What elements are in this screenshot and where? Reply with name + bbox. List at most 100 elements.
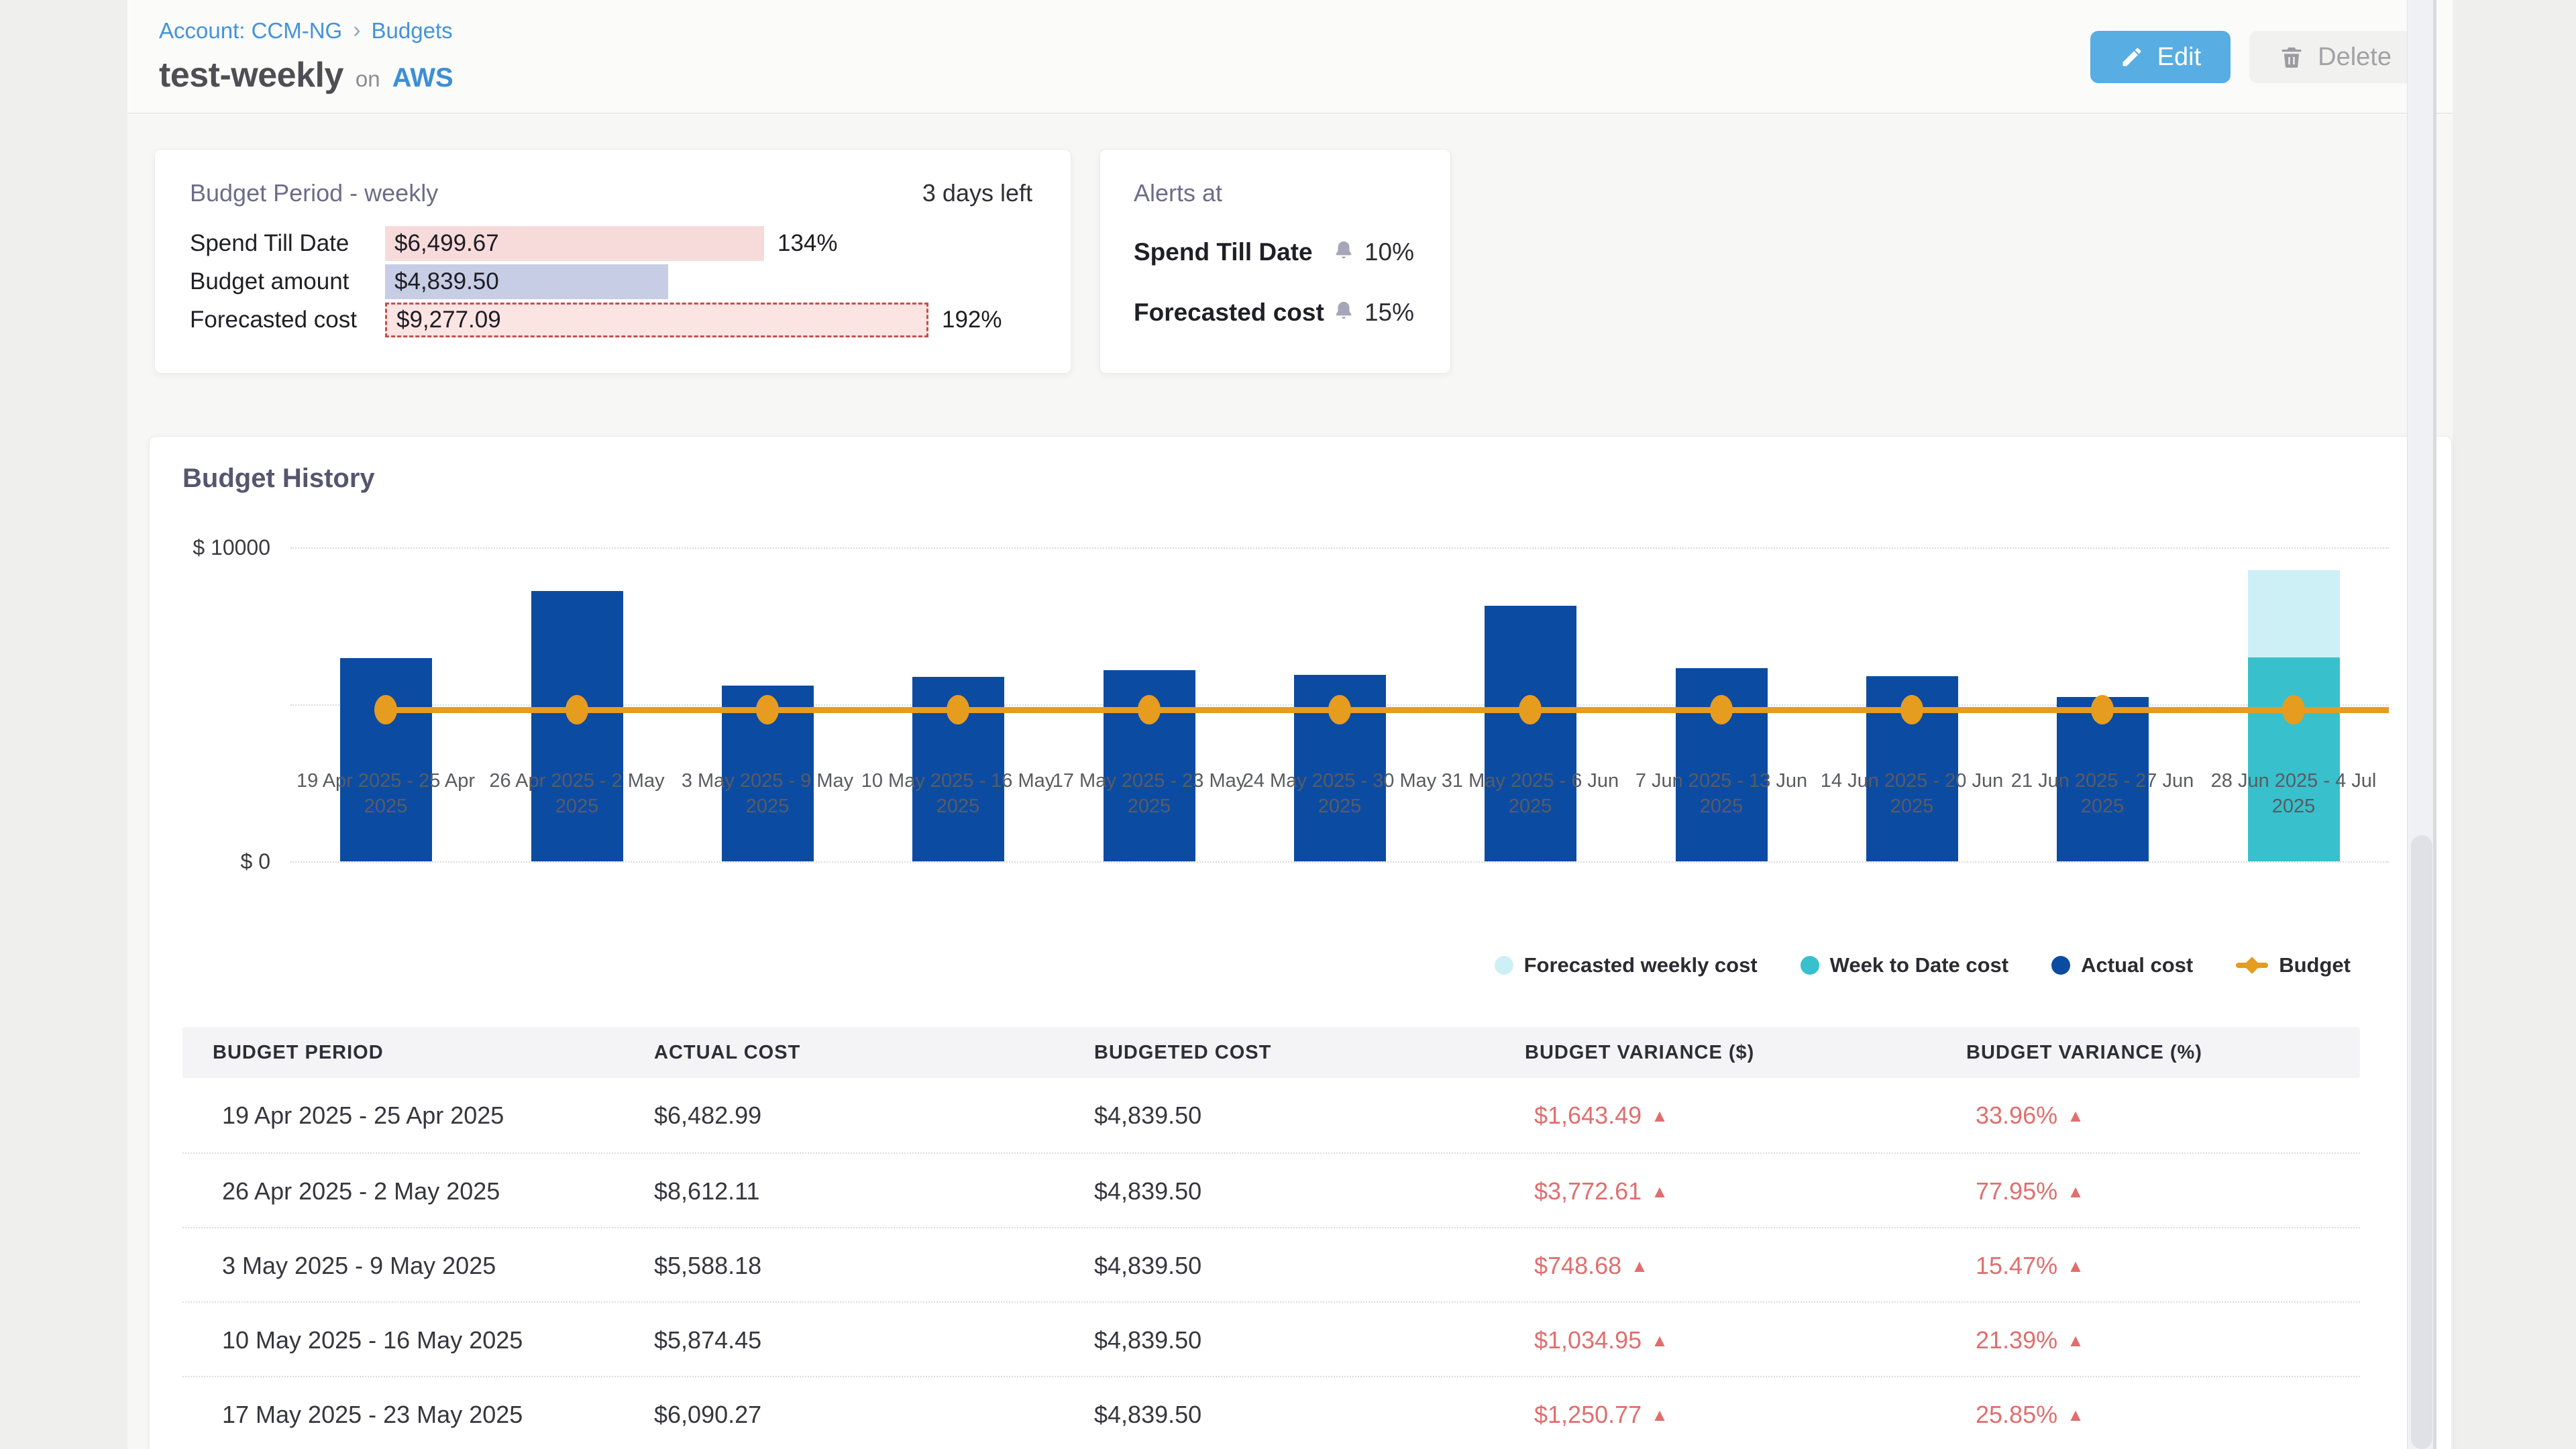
y-axis-tick-max: $ 10000 <box>150 535 270 560</box>
breadcrumb-account-link[interactable]: Account: CCM-NG <box>159 18 342 44</box>
cell-budget-period: 26 Apr 2025 - 2 May 2025 <box>222 1154 500 1228</box>
triangle-up-icon: ▲ <box>2067 1183 2084 1200</box>
budget-line-marker <box>947 695 969 724</box>
breadcrumb: Account: CCM-NG › Budgets <box>159 17 453 44</box>
cell-actual-cost: $8,612.11 <box>654 1154 759 1228</box>
variance-value: 77.95% <box>1976 1154 2057 1228</box>
cell-budgeted-cost: $4,839.50 <box>1094 1303 1201 1377</box>
budget-period-rows: Spend Till Date $6,499.67 134% Budget amoun… <box>155 226 1071 341</box>
edit-button[interactable]: Edit <box>2090 31 2231 83</box>
pencil-icon <box>2120 45 2144 69</box>
table-column-header: BUDGETED COST <box>1094 1027 1271 1078</box>
alert-row-label: Forecasted cost <box>1134 299 1324 327</box>
main-panel: Account: CCM-NG › Budgets test-weekly on… <box>127 0 2453 1449</box>
cell-actual-cost: $6,482.99 <box>654 1078 761 1152</box>
cell-budget-variance-usd: $1,034.95▲ <box>1534 1303 1668 1377</box>
chart-legend: Forecasted weekly cost Week to Date cost A… <box>1495 953 2351 977</box>
budget-period-bar-value: $6,499.67 <box>385 230 499 257</box>
chart-x-label: 28 Jun 2025 - 4 Jul 2025 <box>2196 768 2391 820</box>
alert-row-label: Spend Till Date <box>1134 238 1313 266</box>
vertical-scrollbar <box>2407 0 2436 1449</box>
triangle-up-icon: ▲ <box>2067 1107 2084 1124</box>
budget-period-row-label: Spend Till Date <box>190 230 349 257</box>
alert-threshold-value: 10% <box>1364 238 1414 266</box>
budget-line-marker <box>566 695 588 724</box>
variance-value: $1,250.77 <box>1534 1377 1642 1449</box>
breadcrumb-budgets-link[interactable]: Budgets <box>372 18 453 44</box>
budget-line <box>386 707 2389 713</box>
cell-budget-variance-pct: 33.96% ▲ <box>1976 1078 2084 1152</box>
legend-line-icon <box>2236 963 2268 968</box>
legend-diamond-icon <box>2244 957 2261 973</box>
legend-dot-icon <box>1495 956 1513 975</box>
topbar-buttons: Edit Delete <box>2090 31 2421 83</box>
chart-x-label: 24 May 2025 - 30 May 2025 <box>1242 768 1437 820</box>
delete-button[interactable]: Delete <box>2249 31 2421 83</box>
budget-period-barwrap: $9,277.09192% <box>385 303 1002 337</box>
alert-row-right: 15% <box>1332 299 1414 327</box>
table-row: 26 Apr 2025 - 2 May 2025 $8,612.11 $4,839.… <box>182 1152 2360 1227</box>
variance-value: 33.96% <box>1976 1078 2057 1152</box>
legend-item-week-to-date-cost: Week to Date cost <box>1801 953 2008 977</box>
triangle-up-icon: ▲ <box>2067 1332 2084 1349</box>
chart-bar-actual-cost <box>531 591 623 861</box>
bell-icon <box>1332 300 1355 326</box>
budget-line-marker <box>1710 695 1733 724</box>
budget-period-card-title: Budget Period - weekly <box>190 179 438 207</box>
budget-line-marker <box>374 695 397 724</box>
budget-period-bar-value: $4,839.50 <box>385 268 499 295</box>
cell-budgeted-cost: $4,839.50 <box>1094 1154 1201 1228</box>
cell-budget-variance-usd: $1,250.77▲ <box>1534 1377 1668 1449</box>
budget-period-bar-forecast: $9,277.09 <box>385 303 928 337</box>
chart-x-label: 17 May 2025 - 23 May 2025 <box>1052 768 1246 820</box>
budget-period-row-forecast: Forecasted cost $9,277.09192% <box>155 303 1071 337</box>
budget-period-bar-spend: $6,499.67 <box>385 226 764 261</box>
scrollbar-thumb[interactable] <box>2411 835 2432 1449</box>
edit-button-label: Edit <box>2157 43 2201 72</box>
variance-value: 15.47% <box>1976 1228 2057 1303</box>
page-title: test-weekly <box>159 55 343 95</box>
budget-history-title: Budget History <box>182 464 375 494</box>
budget-period-barwrap: $4,839.50 <box>385 264 668 299</box>
budget-line-marker <box>1900 695 1923 724</box>
cell-budgeted-cost: $4,839.50 <box>1094 1228 1201 1303</box>
triangle-up-icon: ▲ <box>1651 1107 1668 1124</box>
triangle-up-icon: ▲ <box>1651 1183 1668 1200</box>
budget-history-card: Budget History $ 10000 $ 0 19 Apr 2025 -… <box>149 436 2452 1449</box>
cell-actual-cost: $5,588.18 <box>654 1228 761 1303</box>
budget-line-marker <box>756 695 779 724</box>
chevron-right-icon: › <box>353 17 360 44</box>
budget-period-row-label: Forecasted cost <box>190 307 357 333</box>
budget-period-barwrap: $6,499.67 134% <box>385 226 838 261</box>
chart-x-label: 14 Jun 2025 - 20 Jun 2025 <box>1815 768 2009 820</box>
triangle-up-icon: ▲ <box>1631 1257 1648 1275</box>
chart-x-label: 3 May 2025 - 9 May 2025 <box>670 768 865 820</box>
chart-x-label: 21 Jun 2025 - 27 Jun 2025 <box>2005 768 2200 820</box>
on-label: on <box>356 66 380 92</box>
variance-value: 21.39% <box>1976 1303 2057 1377</box>
budget-period-bar-budget: $4,839.50 <box>385 264 668 299</box>
x-axis-line <box>290 861 2389 863</box>
top-bar: Account: CCM-NG › Budgets test-weekly on… <box>127 0 2453 114</box>
legend-label: Actual cost <box>2081 953 2193 977</box>
table-column-header: ACTUAL COST <box>654 1027 800 1078</box>
cell-budget-variance-pct: 77.95% ▲ <box>1976 1154 2084 1228</box>
table-body: 19 Apr 2025 - 25 Apr 2025$6,482.99$4,839… <box>182 1078 2360 1449</box>
budget-period-row-budget: Budget amount$4,839.50 <box>155 264 1071 299</box>
table-row: 19 Apr 2025 - 25 Apr 2025$6,482.99$4,839… <box>182 1078 2360 1152</box>
budget-line-marker <box>2091 695 2114 724</box>
chart-x-label: 10 May 2025 - 16 May 2025 <box>861 768 1055 820</box>
cell-budget-period: 3 May 2025 - 9 May 2025 <box>222 1228 496 1303</box>
table-header-row: BUDGET PERIODACTUAL COSTBUDGETED COSTBUD… <box>182 1027 2360 1078</box>
table-row: 10 May 2025 - 16 May 2025$5,874.45$4,839… <box>182 1301 2360 1376</box>
cell-actual-cost: $5,874.45 <box>654 1303 761 1377</box>
budget-line-marker <box>2282 695 2305 724</box>
budget-period-bar-percent: 134% <box>777 230 838 257</box>
chart-x-label: 31 May 2025 - 6 Jun 2025 <box>1433 768 1627 820</box>
legend-item-forecasted-weekly-cost: Forecasted weekly cost <box>1495 953 1758 977</box>
table-row: 3 May 2025 - 9 May 2025 $5,588.18 $4,839.5… <box>182 1227 2360 1301</box>
table-column-header: BUDGET VARIANCE (%) <box>1966 1027 2202 1078</box>
triangle-up-icon: ▲ <box>1651 1332 1668 1349</box>
table-row: 17 May 2025 - 23 May 2025$6,090.27$4,839… <box>182 1376 2360 1449</box>
cell-budgeted-cost: $4,839.50 <box>1094 1377 1201 1449</box>
